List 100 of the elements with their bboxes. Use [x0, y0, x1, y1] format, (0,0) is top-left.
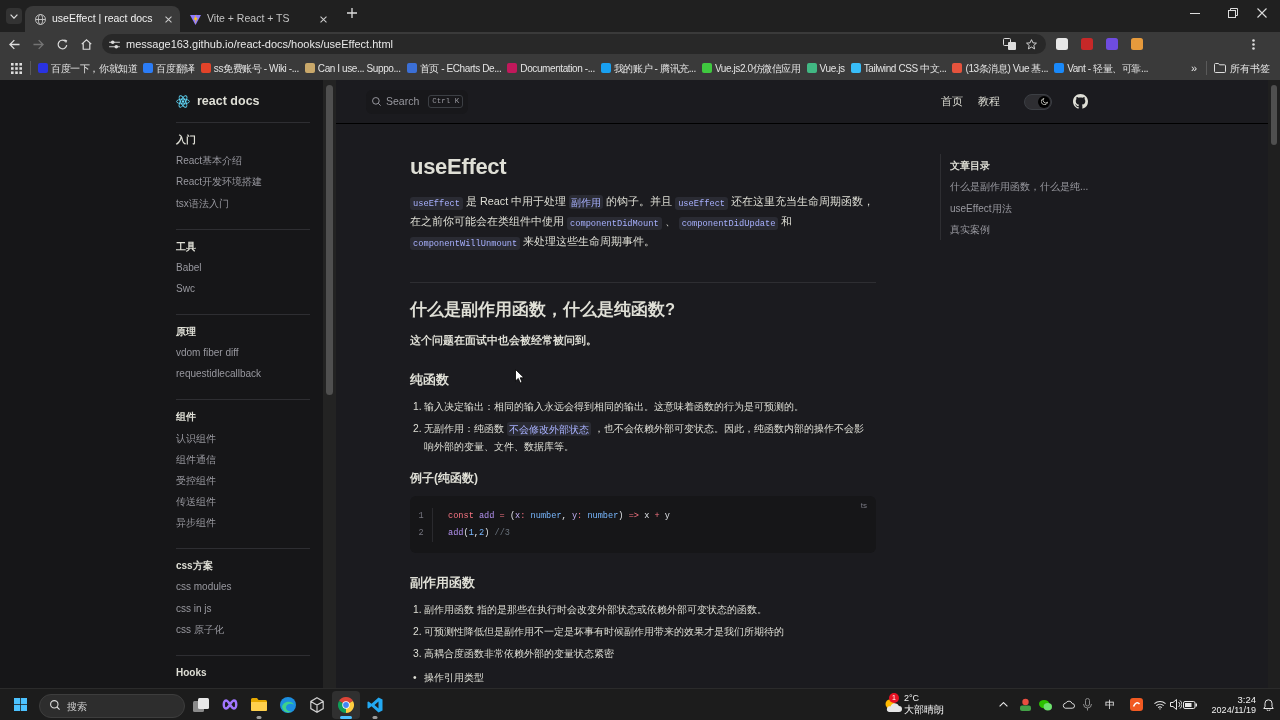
- sidebar-section-title: 工具: [176, 239, 197, 253]
- browser-tab[interactable]: Vite + React + TS: [180, 6, 335, 32]
- scrollbar-thumb[interactable]: [1271, 85, 1277, 145]
- sidebar-link[interactable]: React基本介绍: [176, 154, 310, 168]
- apps-grid-icon[interactable]: [11, 62, 22, 74]
- infinity-icon: [222, 699, 238, 710]
- bell-icon[interactable]: [1263, 698, 1274, 711]
- bookmark-link[interactable]: 首页 - ECharts De...: [404, 59, 504, 77]
- folder-icon: [1214, 63, 1226, 73]
- minimize-icon[interactable]: [1190, 12, 1200, 14]
- sidebar-link[interactable]: requestidlecallback: [176, 367, 310, 381]
- bookmark-link[interactable]: (13条消息) Vue 基...: [950, 59, 1051, 77]
- list-item-text: 可预测性降低但是副作用不一定是坏事有时候副作用带来的效果才是我们所期待的: [424, 625, 785, 639]
- scrollbar-thumb[interactable]: [326, 85, 333, 395]
- chevron-up-icon[interactable]: [999, 702, 1008, 707]
- nav-link[interactable]: 首页: [941, 95, 963, 108]
- extension-icon[interactable]: [1056, 38, 1068, 50]
- bookmark-link[interactable]: ss免费账号 - Wiki -...: [198, 59, 301, 77]
- clock-date[interactable]: 2024/11/19: [1211, 704, 1256, 716]
- tab-list-button[interactable]: [6, 8, 22, 24]
- wifi-icon[interactable]: [1154, 699, 1166, 710]
- sidebar-link[interactable]: vdom fiber diff: [176, 346, 310, 360]
- bookmark-link[interactable]: Vue.js2.0仿微信应用: [699, 59, 803, 77]
- bookmark-link[interactable]: 我的账户 - 腾讯充...: [598, 59, 698, 77]
- github-icon[interactable]: [1073, 94, 1088, 109]
- reload-icon[interactable]: [56, 38, 68, 50]
- bookmark-link[interactable]: 百度翻译: [141, 59, 197, 77]
- close-icon[interactable]: [320, 15, 327, 23]
- paragraph: useEffect 是 React 中用于处理 副作用 的钩子。并且 useEffect 还在这里充当生命周期函数，在之前你可能会在类组件中使用 componentDidMount 、 componentDidUpdate 和 componentWillUnmount 来处理这些生命周期事件。: [410, 193, 876, 251]
- home-icon[interactable]: [80, 38, 92, 50]
- outline-link[interactable]: 真实案例: [950, 223, 1090, 236]
- sidebar-link[interactable]: css modules: [176, 580, 310, 594]
- sidebar-link[interactable]: css 原子化: [176, 622, 310, 636]
- cloud-icon[interactable]: [1061, 700, 1075, 709]
- bookmark-link[interactable]: Vant - 轻量、可靠...: [1052, 59, 1151, 77]
- swoosh-logo-icon[interactable]: [1129, 698, 1143, 711]
- list-number: 1.: [412, 400, 423, 414]
- site-title[interactable]: react docs: [197, 91, 260, 111]
- list-item-text: 操作引用类型: [424, 671, 485, 685]
- new-tab-plus-icon[interactable]: [347, 8, 357, 18]
- input-method-indicator[interactable]: 中: [1105, 698, 1115, 711]
- outline-link[interactable]: useEffect用法: [950, 201, 1090, 215]
- overlapping-squares-icon[interactable]: [1003, 38, 1016, 50]
- microphone-icon[interactable]: [1082, 698, 1092, 711]
- sidebar-section-title: css方案: [176, 559, 214, 573]
- sidebar-link[interactable]: tsx语法入门: [176, 196, 310, 210]
- taskbar-app-button[interactable]: [332, 690, 360, 719]
- back-arrow-icon[interactable]: [8, 38, 20, 50]
- sidebar-link[interactable]: React开发环境搭建: [176, 175, 310, 189]
- bookmark-link[interactable]: Can I use... Suppo...: [302, 59, 403, 77]
- bookmarks-overflow-button[interactable]: »: [1188, 61, 1199, 75]
- speaker-icon[interactable]: [1170, 699, 1182, 710]
- line-number: 1: [417, 509, 425, 523]
- sidebar-link[interactable]: 认识组件: [176, 431, 310, 445]
- star-icon[interactable]: [1026, 38, 1037, 50]
- extension-icon[interactable]: [1131, 38, 1143, 50]
- close-icon[interactable]: [165, 15, 172, 23]
- restore-icon[interactable]: [1228, 8, 1238, 18]
- weather-temperature: 2°C: [904, 693, 921, 704]
- sidebar-link[interactable]: 组件通信: [176, 452, 310, 466]
- sidebar-link[interactable]: Swc: [176, 281, 310, 295]
- all-bookmarks-button[interactable]: 所有书签: [1214, 60, 1270, 76]
- sidebar-link[interactable]: 异步组件: [176, 516, 310, 530]
- theme-toggle[interactable]: [1024, 93, 1052, 110]
- sidebar-link[interactable]: 受控组件: [176, 473, 310, 487]
- close-icon[interactable]: [1257, 8, 1267, 18]
- bookmark-link[interactable]: Vue.js: [804, 59, 847, 77]
- chat-bubbles-icon[interactable]: [1038, 698, 1052, 711]
- search-field[interactable]: 搜索: [39, 694, 185, 718]
- sidebar-section-title: Hooks: [176, 665, 208, 679]
- sidebar-link[interactable]: 传送组件: [176, 495, 310, 509]
- bookmark-link[interactable]: Tailwind CSS 中文...: [848, 59, 949, 77]
- globe-icon: [35, 13, 46, 25]
- subsection-heading: 纯函数: [410, 371, 449, 389]
- code-line: add(1,2) //3: [448, 526, 511, 540]
- bookmark-link[interactable]: 百度一下，你就知道: [36, 59, 140, 77]
- search-icon: [372, 97, 381, 106]
- tricolor-circle-icon: [338, 696, 354, 713]
- clock-time[interactable]: 3:24: [1237, 693, 1256, 705]
- sidebar-link[interactable]: Babel: [176, 260, 310, 274]
- list-number: 1.: [412, 603, 423, 617]
- mouse-pointer-icon: [515, 369, 525, 384]
- bookmark-link[interactable]: Documentation -...: [505, 59, 597, 77]
- outline-link[interactable]: 什么是副作用函数，什么是纯...: [950, 180, 1090, 193]
- sidebar-link[interactable]: css in js: [176, 601, 310, 615]
- folder-icon: [251, 698, 267, 711]
- line-number: 2: [417, 526, 425, 540]
- code-editor-icon: [367, 696, 383, 713]
- nav-link[interactable]: 教程: [978, 95, 1000, 108]
- list-item-text: 高耦合度函数非常依赖外部的变量状态紧密: [424, 647, 615, 661]
- address-bar[interactable]: message163.github.io/react-docs/hooks/useEffect.html: [102, 34, 1046, 54]
- more-menu-icon[interactable]: [1252, 38, 1255, 50]
- browser-tab[interactable]: useEffect | react docs: [25, 6, 180, 32]
- person-icon[interactable]: [1018, 698, 1032, 711]
- code-line: const add = (x: number, y: number) => x + y: [448, 509, 670, 523]
- cube-icon: [310, 696, 324, 713]
- list-item-text: 无副作用：纯函数 不会修改外部状态 ，也不会依赖外部可变状态。因此，纯函数内部的操作不会影响外部的变量、文件、数据库等。: [424, 420, 865, 454]
- windows-logo-icon[interactable]: [14, 698, 27, 711]
- battery-icon[interactable]: [1183, 700, 1197, 709]
- list-item-text: 副作用函数 指的是那些在执行时会改变外部状态或依赖外部可变状态的函数。: [424, 603, 768, 617]
